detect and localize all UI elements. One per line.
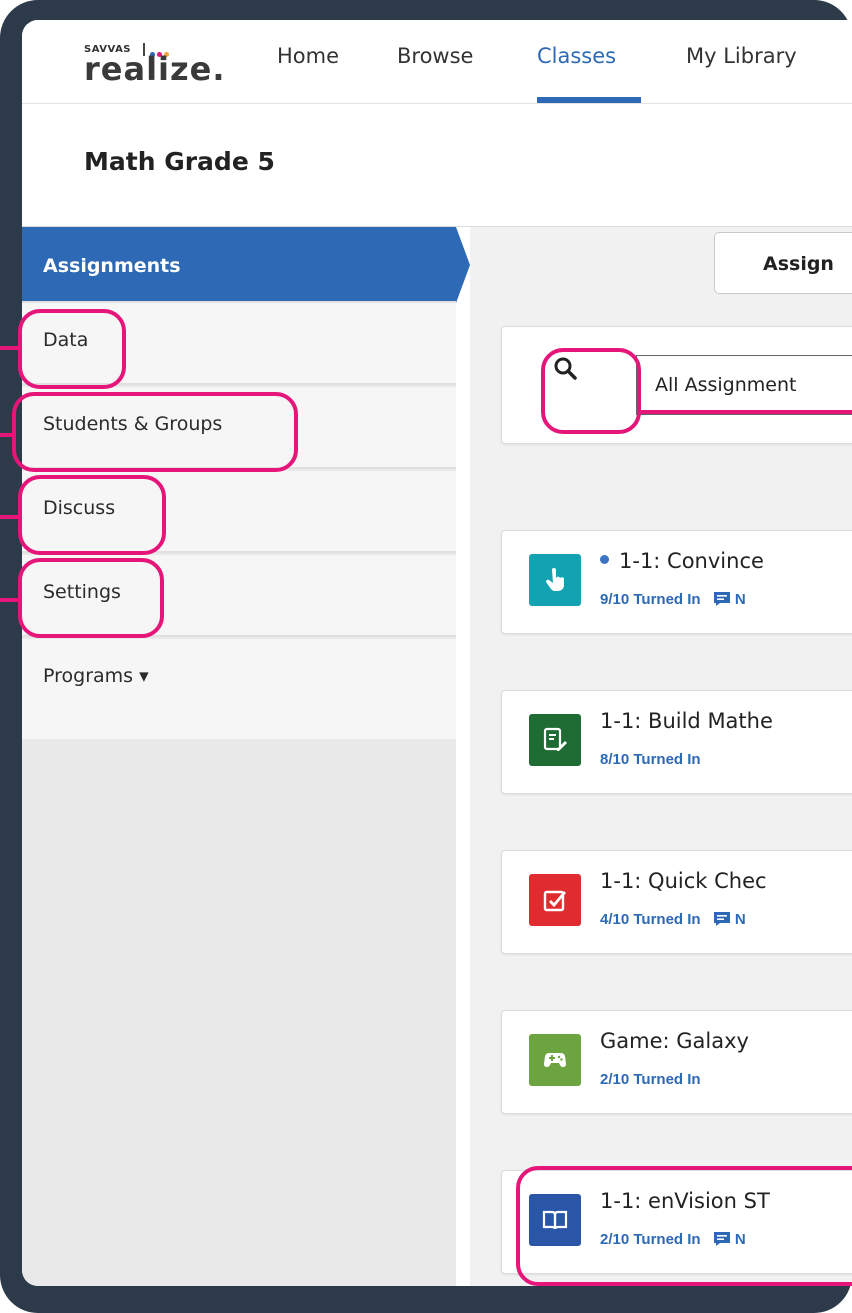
sidebar-item-label: Discuss (43, 497, 116, 519)
checkbox-icon (529, 874, 581, 926)
nav-home[interactable]: Home (277, 44, 339, 68)
sidebar-item-settings[interactable]: Settings (22, 555, 456, 637)
sidebar-item-label: Programs ▾ (43, 665, 149, 687)
callout-line (0, 515, 20, 519)
callout-line (0, 433, 14, 437)
sidebar-item-assignments[interactable]: Assignments (22, 227, 456, 303)
turned-in-status[interactable]: 9/10 Turned In (600, 591, 701, 608)
comment-label: N (734, 1231, 746, 1248)
gamepad-icon (529, 1034, 581, 1086)
comment-icon[interactable] (713, 911, 731, 927)
callout-line (639, 410, 852, 414)
unread-dot (600, 555, 609, 564)
assignment-title: 1-1: enVision ST (600, 1189, 770, 1213)
nav-my-library[interactable]: My Library (686, 44, 797, 68)
logo-product: realize. (84, 50, 226, 88)
hand-pointer-icon (529, 554, 581, 606)
turned-in-status[interactable]: 4/10 Turned In (600, 911, 701, 928)
assignment-title: 1-1: Build Mathe (600, 709, 773, 733)
comment-label: N (734, 591, 746, 608)
assignment-card[interactable]: 1-1: Build Mathe 8/10 Turned In (501, 690, 852, 794)
book-icon (529, 1194, 581, 1246)
turned-in-status[interactable]: 8/10 Turned In (600, 751, 701, 768)
active-item-pointer (456, 227, 470, 303)
sidebar-item-programs[interactable]: Programs ▾ (22, 639, 456, 739)
sidebar-item-label: Settings (43, 581, 121, 603)
sidebar-item-label: Students & Groups (43, 413, 223, 435)
assignment-title: 1-1: Quick Chec (600, 869, 767, 893)
sidebar-item-discuss[interactable]: Discuss (22, 471, 456, 553)
assignment-title: Game: Galaxy (600, 1029, 749, 1053)
sidebar-item-data[interactable]: Data (22, 303, 456, 385)
savvas-realize-logo[interactable]: SAVVAS realize. (84, 38, 226, 92)
callout-line (0, 346, 20, 350)
top-navigation: SAVVAS realize. Home Browse Classes My L… (22, 20, 852, 104)
assignment-card[interactable]: 1-1: enVision ST 2/10 Turned In N (501, 1170, 852, 1274)
active-tab-indicator (537, 97, 641, 103)
comment-label: N (734, 911, 746, 928)
turned-in-status[interactable]: 2/10 Turned In (600, 1071, 701, 1088)
sidebar-item-students-groups[interactable]: Students & Groups (22, 387, 456, 469)
comment-icon[interactable] (713, 1231, 731, 1247)
callout-line (0, 598, 20, 602)
turned-in-status[interactable]: 2/10 Turned In (600, 1231, 701, 1248)
class-sidebar: Assignments Data Students & Groups Discu… (22, 227, 456, 1286)
nav-classes[interactable]: Classes (537, 44, 616, 68)
assignment-card[interactable]: 1-1: Convince 9/10 Turned In N (501, 530, 852, 634)
sidebar-item-label: Assignments (43, 255, 181, 277)
assign-button[interactable]: Assign (714, 232, 852, 294)
page-title: Math Grade 5 (84, 147, 275, 176)
search-icon[interactable] (553, 356, 579, 382)
assignment-title: 1-1: Convince (619, 549, 764, 573)
class-header: Math Grade 5 (22, 105, 852, 227)
assign-button-label: Assign (763, 253, 834, 275)
nav-browse[interactable]: Browse (397, 44, 473, 68)
comment-icon[interactable] (713, 591, 731, 607)
sidebar-item-label: Data (43, 329, 89, 351)
document-edit-icon (529, 714, 581, 766)
assignment-card[interactable]: Game: Galaxy 2/10 Turned In (501, 1010, 852, 1114)
filter-selected-value: All Assignment (655, 374, 797, 396)
assignment-filter-select[interactable]: All Assignment (636, 355, 852, 415)
assignment-card[interactable]: 1-1: Quick Chec 4/10 Turned In N (501, 850, 852, 954)
